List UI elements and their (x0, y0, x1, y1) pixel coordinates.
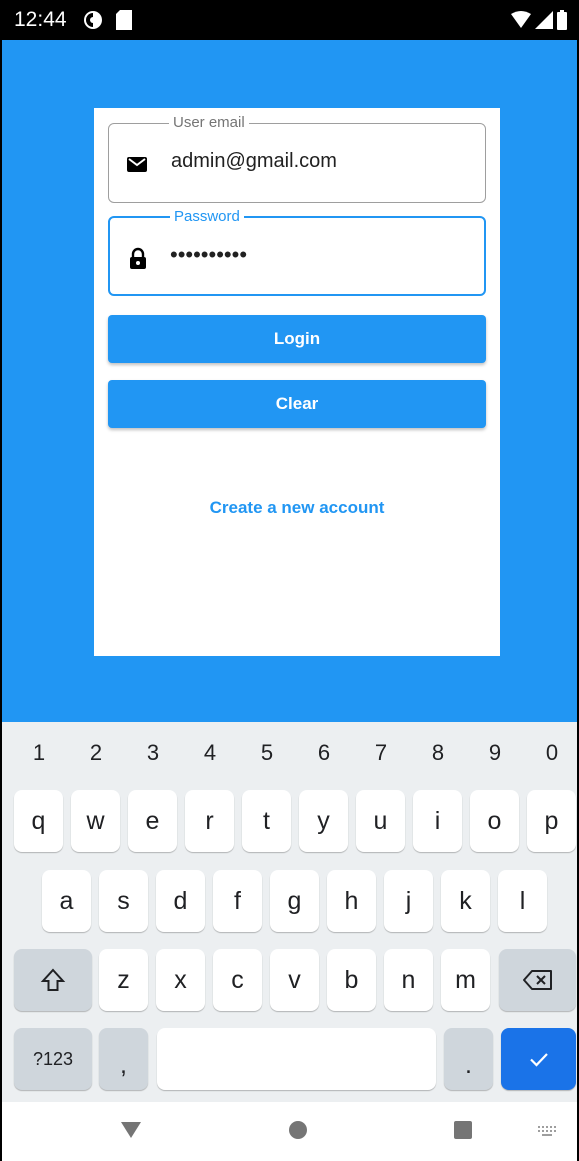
soft-keyboard: 1 2 3 4 5 6 7 8 9 0 q w e r t y u i o p … (2, 722, 577, 1102)
key-j[interactable]: j (384, 870, 433, 932)
backspace-icon (522, 970, 552, 990)
keyboard-switch-icon[interactable] (538, 1126, 556, 1136)
email-field-label: User email (169, 114, 249, 132)
key-c[interactable]: c (213, 949, 262, 1011)
key-u[interactable]: u (356, 790, 405, 852)
key-o[interactable]: o (470, 790, 519, 852)
key-5[interactable]: 5 (247, 740, 287, 766)
key-n[interactable]: n (384, 949, 433, 1011)
key-3[interactable]: 3 (133, 740, 173, 766)
key-4[interactable]: 4 (190, 740, 230, 766)
login-button[interactable]: Login (108, 315, 486, 363)
navigation-bar (2, 1102, 577, 1161)
password-field[interactable]: Password •••••••••• (108, 208, 486, 296)
data-saver-icon (84, 11, 102, 29)
key-f[interactable]: f (213, 870, 262, 932)
key-h[interactable]: h (327, 870, 376, 932)
key-d[interactable]: d (156, 870, 205, 932)
key-x[interactable]: x (156, 949, 205, 1011)
symbols-key[interactable]: ?123 (14, 1028, 92, 1090)
wifi-icon (511, 11, 531, 28)
signal-icon (535, 11, 553, 29)
backspace-key[interactable] (499, 949, 576, 1011)
comma-key[interactable]: , (99, 1028, 148, 1090)
email-field[interactable]: User email admin@gmail.com (108, 114, 486, 203)
nav-back-icon[interactable] (121, 1122, 141, 1138)
key-g[interactable]: g (270, 870, 319, 932)
nav-home-icon[interactable] (288, 1120, 308, 1140)
status-left-icons (82, 9, 132, 31)
clear-button[interactable]: Clear (108, 380, 486, 428)
status-time: 12:44 (14, 8, 67, 31)
create-account-link[interactable]: Create a new account (94, 498, 500, 518)
check-icon (529, 1053, 548, 1067)
key-8[interactable]: 8 (418, 740, 458, 766)
app-background: User email admin@gmail.com Password ••••… (2, 40, 577, 722)
key-a[interactable]: a (42, 870, 91, 932)
key-w[interactable]: w (71, 790, 120, 852)
key-q[interactable]: q (14, 790, 63, 852)
phone-screen: 12:44 User email admin@gmail.com Passwor… (0, 0, 579, 1161)
shift-key[interactable] (14, 949, 92, 1011)
key-z[interactable]: z (99, 949, 148, 1011)
key-t[interactable]: t (242, 790, 291, 852)
sd-card-icon (116, 10, 132, 30)
key-s[interactable]: s (99, 870, 148, 932)
number-row: 1 2 3 4 5 6 7 8 9 0 (2, 740, 577, 770)
key-6[interactable]: 6 (304, 740, 344, 766)
status-bar: 12:44 (2, 0, 577, 40)
key-p[interactable]: p (527, 790, 576, 852)
period-key[interactable]: . (444, 1028, 493, 1090)
key-y[interactable]: y (299, 790, 348, 852)
key-9[interactable]: 9 (475, 740, 515, 766)
password-field-label: Password (170, 208, 244, 226)
key-i[interactable]: i (413, 790, 462, 852)
key-1[interactable]: 1 (19, 740, 59, 766)
key-e[interactable]: e (128, 790, 177, 852)
key-l[interactable]: l (498, 870, 547, 932)
key-0[interactable]: 0 (532, 740, 572, 766)
email-input-value[interactable]: admin@gmail.com (171, 150, 337, 173)
key-7[interactable]: 7 (361, 740, 401, 766)
nav-recents-icon[interactable] (454, 1121, 472, 1139)
login-card: User email admin@gmail.com Password ••••… (94, 108, 500, 656)
enter-key[interactable] (501, 1028, 576, 1090)
key-m[interactable]: m (441, 949, 490, 1011)
lock-icon (130, 247, 146, 269)
password-input-value[interactable]: •••••••••• (170, 242, 247, 268)
key-2[interactable]: 2 (76, 740, 116, 766)
battery-icon (557, 10, 567, 30)
key-b[interactable]: b (327, 949, 376, 1011)
status-right-icons (511, 10, 567, 30)
key-r[interactable]: r (185, 790, 234, 852)
shift-icon (40, 968, 66, 991)
mail-icon (127, 157, 147, 172)
key-v[interactable]: v (270, 949, 319, 1011)
key-k[interactable]: k (441, 870, 490, 932)
space-key[interactable] (157, 1028, 436, 1090)
